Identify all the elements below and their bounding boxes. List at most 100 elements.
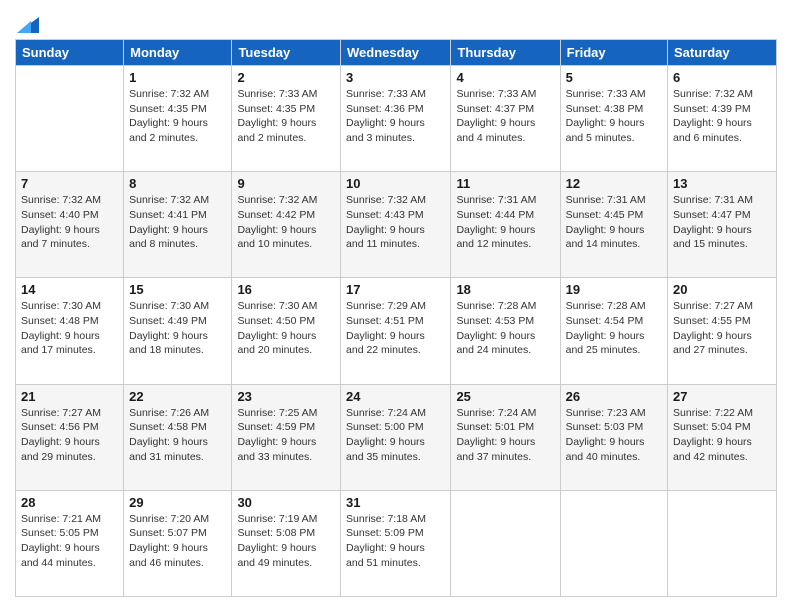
calendar-cell: 13 Sunrise: 7:31 AM Sunset: 4:47 PM Dayli…	[668, 172, 777, 278]
calendar-cell: 25 Sunrise: 7:24 AM Sunset: 5:01 PM Dayli…	[451, 384, 560, 490]
day-info: Sunrise: 7:33 AM Sunset: 4:37 PM Dayligh…	[456, 87, 554, 146]
calendar-cell: 3 Sunrise: 7:33 AM Sunset: 4:36 PM Daylig…	[341, 66, 451, 172]
day-info: Sunrise: 7:31 AM Sunset: 4:44 PM Dayligh…	[456, 193, 554, 252]
day-number: 16	[237, 282, 335, 297]
calendar-cell: 5 Sunrise: 7:33 AM Sunset: 4:38 PM Daylig…	[560, 66, 667, 172]
day-info: Sunrise: 7:33 AM Sunset: 4:38 PM Dayligh…	[566, 87, 662, 146]
day-info: Sunrise: 7:28 AM Sunset: 4:54 PM Dayligh…	[566, 299, 662, 358]
calendar-cell: 17 Sunrise: 7:29 AM Sunset: 4:51 PM Dayli…	[341, 278, 451, 384]
calendar-cell: 18Sunrise: 7:28 AM Sunset: 4:53 PM Dayli…	[451, 278, 560, 384]
header-row: SundayMondayTuesdayWednesdayThursdayFrid…	[16, 40, 777, 66]
calendar-cell: 29 Sunrise: 7:20 AM Sunset: 5:07 PM Dayli…	[124, 490, 232, 596]
day-number: 3	[346, 70, 445, 85]
weekday-header: Wednesday	[341, 40, 451, 66]
weekday-header: Monday	[124, 40, 232, 66]
weekday-header: Friday	[560, 40, 667, 66]
day-info: Sunrise: 7:21 AM Sunset: 5:05 PM Dayligh…	[21, 512, 118, 571]
calendar-cell: 19 Sunrise: 7:28 AM Sunset: 4:54 PM Dayli…	[560, 278, 667, 384]
calendar-cell: 21 Sunrise: 7:27 AM Sunset: 4:56 PM Dayli…	[16, 384, 124, 490]
day-number: 9	[237, 176, 335, 191]
day-info: Sunrise: 7:31 AM Sunset: 4:45 PM Dayligh…	[566, 193, 662, 252]
day-info: Sunrise: 7:32 AM Sunset: 4:42 PM Dayligh…	[237, 193, 335, 252]
day-info: Sunrise: 7:28 AM Sunset: 4:53 PM Dayligh…	[456, 299, 554, 358]
calendar-cell: 28 Sunrise: 7:21 AM Sunset: 5:05 PM Dayli…	[16, 490, 124, 596]
day-info: Sunrise: 7:24 AM Sunset: 5:00 PM Dayligh…	[346, 406, 445, 465]
day-info: Sunrise: 7:31 AM Sunset: 4:47 PM Dayligh…	[673, 193, 771, 252]
day-info: Sunrise: 7:18 AM Sunset: 5:09 PM Dayligh…	[346, 512, 445, 571]
calendar-week-row: 1 Sunrise: 7:32 AM Sunset: 4:35 PM Daylig…	[16, 66, 777, 172]
calendar-cell: 6Sunrise: 7:32 AM Sunset: 4:39 PM Daylig…	[668, 66, 777, 172]
weekday-header: Tuesday	[232, 40, 341, 66]
day-info: Sunrise: 7:32 AM Sunset: 4:35 PM Dayligh…	[129, 87, 226, 146]
day-number: 1	[129, 70, 226, 85]
calendar-cell: 2 Sunrise: 7:33 AM Sunset: 4:35 PM Daylig…	[232, 66, 341, 172]
calendar-cell: 20 Sunrise: 7:27 AM Sunset: 4:55 PM Dayli…	[668, 278, 777, 384]
calendar-cell	[16, 66, 124, 172]
day-number: 20	[673, 282, 771, 297]
day-info: Sunrise: 7:24 AM Sunset: 5:01 PM Dayligh…	[456, 406, 554, 465]
day-info: Sunrise: 7:30 AM Sunset: 4:48 PM Dayligh…	[21, 299, 118, 358]
day-info: Sunrise: 7:20 AM Sunset: 5:07 PM Dayligh…	[129, 512, 226, 571]
day-info: Sunrise: 7:29 AM Sunset: 4:51 PM Dayligh…	[346, 299, 445, 358]
calendar-cell: 10 Sunrise: 7:32 AM Sunset: 4:43 PM Dayli…	[341, 172, 451, 278]
day-info: Sunrise: 7:26 AM Sunset: 4:58 PM Dayligh…	[129, 406, 226, 465]
day-number: 8	[129, 176, 226, 191]
page: SundayMondayTuesdayWednesdayThursdayFrid…	[0, 0, 792, 612]
day-info: Sunrise: 7:33 AM Sunset: 4:35 PM Dayligh…	[237, 87, 335, 146]
weekday-header: Sunday	[16, 40, 124, 66]
calendar-cell	[451, 490, 560, 596]
calendar-cell: 16Sunrise: 7:30 AM Sunset: 4:50 PM Dayli…	[232, 278, 341, 384]
day-number: 25	[456, 389, 554, 404]
calendar-cell: 7Sunrise: 7:32 AM Sunset: 4:40 PM Daylig…	[16, 172, 124, 278]
day-number: 29	[129, 495, 226, 510]
day-info: Sunrise: 7:32 AM Sunset: 4:40 PM Dayligh…	[21, 193, 118, 252]
day-number: 22	[129, 389, 226, 404]
calendar-cell: 27Sunrise: 7:22 AM Sunset: 5:04 PM Dayli…	[668, 384, 777, 490]
calendar-week-row: 28 Sunrise: 7:21 AM Sunset: 5:05 PM Dayli…	[16, 490, 777, 596]
calendar-cell: 31 Sunrise: 7:18 AM Sunset: 5:09 PM Dayli…	[341, 490, 451, 596]
day-number: 24	[346, 389, 445, 404]
calendar-cell: 30Sunrise: 7:19 AM Sunset: 5:08 PM Dayli…	[232, 490, 341, 596]
calendar-cell: 11 Sunrise: 7:31 AM Sunset: 4:44 PM Dayli…	[451, 172, 560, 278]
calendar-cell: 4 Sunrise: 7:33 AM Sunset: 4:37 PM Daylig…	[451, 66, 560, 172]
calendar-cell	[560, 490, 667, 596]
day-number: 28	[21, 495, 118, 510]
day-number: 4	[456, 70, 554, 85]
day-info: Sunrise: 7:32 AM Sunset: 4:43 PM Dayligh…	[346, 193, 445, 252]
day-number: 30	[237, 495, 335, 510]
calendar-cell: 1 Sunrise: 7:32 AM Sunset: 4:35 PM Daylig…	[124, 66, 232, 172]
day-info: Sunrise: 7:30 AM Sunset: 4:49 PM Dayligh…	[129, 299, 226, 358]
day-number: 5	[566, 70, 662, 85]
calendar: SundayMondayTuesdayWednesdayThursdayFrid…	[15, 39, 777, 597]
day-number: 31	[346, 495, 445, 510]
calendar-cell: 24 Sunrise: 7:24 AM Sunset: 5:00 PM Dayli…	[341, 384, 451, 490]
day-number: 19	[566, 282, 662, 297]
calendar-week-row: 21 Sunrise: 7:27 AM Sunset: 4:56 PM Dayli…	[16, 384, 777, 490]
day-info: Sunrise: 7:25 AM Sunset: 4:59 PM Dayligh…	[237, 406, 335, 465]
logo	[15, 15, 39, 29]
day-number: 17	[346, 282, 445, 297]
calendar-week-row: 7Sunrise: 7:32 AM Sunset: 4:40 PM Daylig…	[16, 172, 777, 278]
day-number: 12	[566, 176, 662, 191]
day-info: Sunrise: 7:33 AM Sunset: 4:36 PM Dayligh…	[346, 87, 445, 146]
weekday-header: Saturday	[668, 40, 777, 66]
day-number: 10	[346, 176, 445, 191]
day-number: 21	[21, 389, 118, 404]
day-number: 2	[237, 70, 335, 85]
logo-icon	[17, 17, 39, 33]
calendar-cell: 8Sunrise: 7:32 AM Sunset: 4:41 PM Daylig…	[124, 172, 232, 278]
day-number: 26	[566, 389, 662, 404]
calendar-cell	[668, 490, 777, 596]
calendar-cell: 23Sunrise: 7:25 AM Sunset: 4:59 PM Dayli…	[232, 384, 341, 490]
calendar-cell: 15Sunrise: 7:30 AM Sunset: 4:49 PM Dayli…	[124, 278, 232, 384]
day-number: 27	[673, 389, 771, 404]
day-info: Sunrise: 7:27 AM Sunset: 4:56 PM Dayligh…	[21, 406, 118, 465]
calendar-cell: 14 Sunrise: 7:30 AM Sunset: 4:48 PM Dayli…	[16, 278, 124, 384]
day-number: 11	[456, 176, 554, 191]
day-info: Sunrise: 7:27 AM Sunset: 4:55 PM Dayligh…	[673, 299, 771, 358]
day-info: Sunrise: 7:32 AM Sunset: 4:39 PM Dayligh…	[673, 87, 771, 146]
calendar-cell: 9 Sunrise: 7:32 AM Sunset: 4:42 PM Daylig…	[232, 172, 341, 278]
day-info: Sunrise: 7:23 AM Sunset: 5:03 PM Dayligh…	[566, 406, 662, 465]
day-number: 14	[21, 282, 118, 297]
day-number: 13	[673, 176, 771, 191]
